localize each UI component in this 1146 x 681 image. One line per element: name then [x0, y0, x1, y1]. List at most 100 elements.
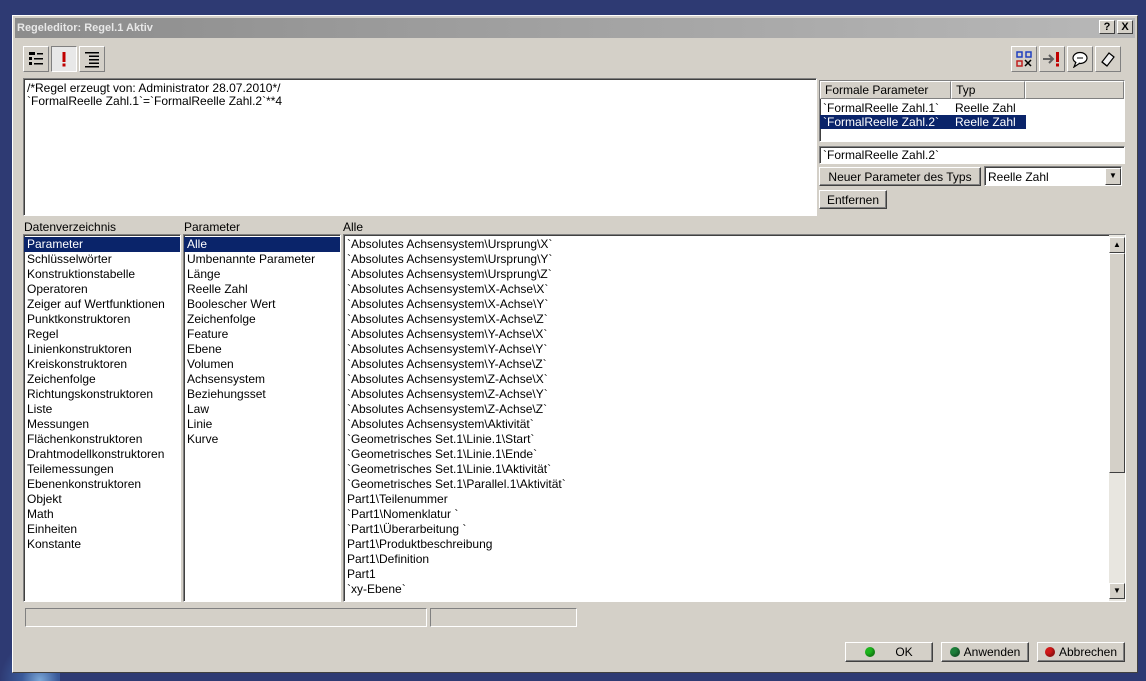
list-item[interactable]: `xy-Ebene` — [344, 582, 1107, 597]
new-parameter-button[interactable]: Neuer Parameter des Typs — [819, 167, 981, 186]
exclamation-icon — [62, 52, 66, 67]
list-item[interactable]: Boolescher Wert — [184, 297, 340, 312]
list-item[interactable]: `Absolutes Achsensystem\Ursprung\X` — [344, 237, 1107, 252]
parameter-type-list[interactable]: Alle Umbenannte Parameter Länge Reelle Zahl… — [183, 234, 341, 602]
red-dot-icon — [1044, 647, 1055, 657]
rule-editor-dialog: Regeleditor: Regel.1 Aktiv ? X /*Regel e… — [12, 15, 1138, 673]
apply-button[interactable]: Anwenden — [941, 642, 1029, 662]
scroll-up-button[interactable]: ▲ — [1109, 237, 1125, 253]
parameter-name-input[interactable] — [819, 146, 1125, 164]
scroll-down-button[interactable]: ▼ — [1109, 583, 1125, 599]
list-item[interactable]: Achsensystem — [184, 372, 340, 387]
all-label: Alle — [343, 220, 364, 234]
list-item[interactable]: `Part1\Überarbeitung ` — [344, 522, 1107, 537]
list-item[interactable]: Einheiten — [24, 522, 180, 537]
list-item[interactable]: Umbenannte Parameter — [184, 252, 340, 267]
list-item[interactable]: Math — [24, 507, 180, 522]
dropdown-button[interactable]: ▼ — [1105, 168, 1121, 185]
list-item[interactable]: `Geometrisches Set.1\Linie.1\Aktivität` — [344, 462, 1107, 477]
list-item[interactable]: Punktkonstruktoren — [24, 312, 180, 327]
list-item[interactable]: Messungen — [24, 417, 180, 432]
list-item[interactable]: Zeiger auf Wertfunktionen — [24, 297, 180, 312]
list-item[interactable]: Ebenenkonstruktoren — [24, 477, 180, 492]
list-item[interactable]: `Absolutes Achsensystem\X-Achse\Z` — [344, 312, 1107, 327]
list-item[interactable]: Reelle Zahl — [184, 282, 340, 297]
list-item[interactable]: `Absolutes Achsensystem\Y-Achse\Z` — [344, 357, 1107, 372]
list-item[interactable]: Liste — [24, 402, 180, 417]
indent-button[interactable] — [79, 46, 105, 72]
list-item[interactable]: `Absolutes Achsensystem\Z-Achse\Y` — [344, 387, 1107, 402]
list-item[interactable]: Feature — [184, 327, 340, 342]
parameter-type-select[interactable]: Reelle Zahl ▼ — [984, 166, 1122, 186]
list-item[interactable]: Flächenkonstruktoren — [24, 432, 180, 447]
list-item[interactable]: Kreiskonstruktoren — [24, 357, 180, 372]
comment-button[interactable] — [1067, 46, 1093, 72]
editor-line: `FormalReelle Zahl.1`=`FormalReelle Zahl… — [27, 94, 283, 108]
list-item[interactable]: Regel — [24, 327, 180, 342]
list-item[interactable]: Konstruktionstabelle — [24, 267, 180, 282]
list-item[interactable]: Kurve — [184, 432, 340, 447]
list-item[interactable]: Operatoren — [24, 282, 180, 297]
list-item[interactable]: `Absolutes Achsensystem\Y-Achse\X` — [344, 327, 1107, 342]
arrow-exclamation-icon — [1043, 52, 1059, 67]
list-item[interactable]: Zeichenfolge — [24, 372, 180, 387]
list-item[interactable]: `Absolutes Achsensystem\Ursprung\Z` — [344, 267, 1107, 282]
ok-button[interactable]: OK — [845, 642, 933, 662]
list-item[interactable]: Parameter — [24, 237, 180, 252]
chevron-down-icon: ▼ — [1113, 586, 1121, 595]
list-item[interactable]: Part1\Definition — [344, 552, 1107, 567]
list-item[interactable]: Part1\Produktbeschreibung — [344, 537, 1107, 552]
remove-button[interactable]: Entfernen — [819, 190, 887, 209]
close-button[interactable]: X — [1117, 20, 1133, 34]
status-field-main — [25, 608, 427, 627]
scroll-thumb[interactable] — [1109, 253, 1125, 473]
indent-icon — [85, 52, 99, 68]
list-item[interactable]: Part1\Teilenummer — [344, 492, 1107, 507]
help-button[interactable]: ? — [1099, 20, 1115, 34]
pick-parameter-button[interactable] — [1011, 46, 1037, 72]
list-item[interactable]: Objekt — [24, 492, 180, 507]
list-item[interactable]: Zeichenfolge — [184, 312, 340, 327]
list-item[interactable]: Länge — [184, 267, 340, 282]
list-item[interactable]: `Absolutes Achsensystem\Ursprung\Y` — [344, 252, 1107, 267]
list-item[interactable]: Schlüsselwörter — [24, 252, 180, 267]
column-header-type[interactable]: Typ — [951, 81, 1025, 99]
status-field-secondary — [430, 608, 577, 627]
formal-parameter-row[interactable]: `FormalReelle Zahl.2` Reelle Zahl — [820, 115, 1124, 129]
list-item[interactable]: Part1 — [344, 567, 1107, 582]
all-parameters-list[interactable]: `Absolutes Achsensystem\Ursprung\X` `Abso… — [343, 234, 1126, 602]
list-item[interactable]: Richtungskonstruktoren — [24, 387, 180, 402]
data-directory-label: Datenverzeichnis — [24, 220, 117, 234]
arrow-check-button[interactable] — [1039, 46, 1065, 72]
green-dot-icon — [865, 647, 876, 657]
cancel-button[interactable]: Abbrechen — [1037, 642, 1125, 662]
list-item[interactable]: Linienkonstruktoren — [24, 342, 180, 357]
list-item[interactable]: `Absolutes Achsensystem\Z-Achse\Z` — [344, 402, 1107, 417]
clear-button[interactable] — [1095, 46, 1121, 72]
list-item[interactable]: `Absolutes Achsensystem\X-Achse\X` — [344, 282, 1107, 297]
vertical-scrollbar[interactable]: ▲ ▼ — [1109, 235, 1125, 601]
list-item[interactable]: `Absolutes Achsensystem\X-Achse\Y` — [344, 297, 1107, 312]
list-item[interactable]: `Absolutes Achsensystem\Y-Achse\Y` — [344, 342, 1107, 357]
list-item[interactable]: `Part1\Nomenklatur ` — [344, 507, 1107, 522]
list-item[interactable]: Beziehungsset — [184, 387, 340, 402]
list-item[interactable]: Alle — [184, 237, 340, 252]
list-item[interactable]: Drahtmodellkonstruktoren — [24, 447, 180, 462]
list-item[interactable]: `Absolutes Achsensystem\Aktivität` — [344, 417, 1107, 432]
column-header-formal-parameter[interactable]: Formale Parameter — [820, 81, 952, 99]
list-item[interactable]: Law — [184, 402, 340, 417]
list-item[interactable]: Konstante — [24, 537, 180, 552]
list-item[interactable]: `Geometrisches Set.1\Linie.1\Ende` — [344, 447, 1107, 462]
list-item[interactable]: `Absolutes Achsensystem\Z-Achse\X` — [344, 372, 1107, 387]
rule-editor-text[interactable]: /*Regel erzeugt von: Administrator 28.07… — [23, 78, 817, 216]
data-directory-list[interactable]: Parameter Schlüsselwörter Konstruktionstab… — [23, 234, 181, 602]
list-item[interactable]: `Geometrisches Set.1\Parallel.1\Aktivitä… — [344, 477, 1107, 492]
list-item[interactable]: Teilemessungen — [24, 462, 180, 477]
rule-tree-button[interactable] — [23, 46, 49, 72]
list-item[interactable]: Volumen — [184, 357, 340, 372]
check-syntax-button[interactable] — [51, 46, 77, 72]
list-item[interactable]: `Geometrisches Set.1\Linie.1\Start` — [344, 432, 1107, 447]
list-item[interactable]: Linie — [184, 417, 340, 432]
list-item[interactable]: Ebene — [184, 342, 340, 357]
formal-parameter-row[interactable]: `FormalReelle Zahl.1` Reelle Zahl — [820, 101, 1124, 115]
